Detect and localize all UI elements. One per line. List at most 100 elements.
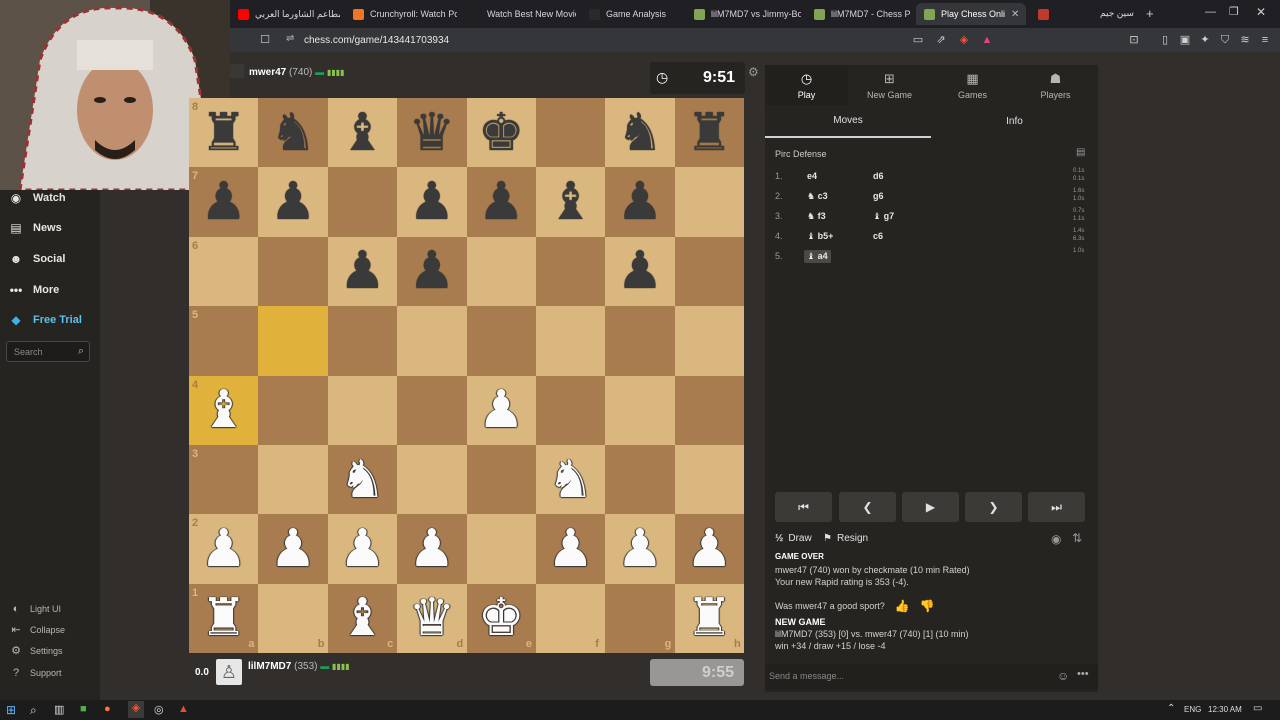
square-a5[interactable] xyxy=(189,306,259,376)
square-e6[interactable] xyxy=(466,236,536,307)
bookmark-icon[interactable]: ☐ xyxy=(258,33,272,47)
square-f6[interactable] xyxy=(535,236,606,307)
share-icon[interactable]: ⇗ xyxy=(934,33,948,47)
square-h5[interactable] xyxy=(674,306,745,376)
white-pawn-piece[interactable]: ♟ xyxy=(467,376,536,445)
sidebar-item-watch[interactable]: ◉ Watch xyxy=(8,191,66,205)
black-bishop-piece[interactable]: ♝ xyxy=(536,167,605,236)
black-queen-piece[interactable]: ♛ xyxy=(397,98,466,167)
brave-shield-icon[interactable]: ◈ xyxy=(957,33,971,47)
black-rook-piece[interactable]: ♜ xyxy=(675,98,744,167)
sidebar-footer-support[interactable]: ? Support xyxy=(10,667,62,679)
archive-icon[interactable]: ▤ xyxy=(1076,147,1085,158)
chat-input[interactable]: Send a message... xyxy=(769,671,1049,681)
browser-tab[interactable]: Play Chess Onli ✕ xyxy=(916,3,1026,25)
white-pawn-piece[interactable]: ♟ xyxy=(397,514,466,583)
square-c5[interactable] xyxy=(327,306,398,376)
bottom-player-name[interactable]: lilM7MD7 (353) ▬ ▮▮▮▮ xyxy=(248,661,350,672)
white-knight-piece[interactable]: ♞ xyxy=(536,445,605,514)
black-move[interactable]: d6 xyxy=(873,171,884,181)
sidebar-item-news[interactable]: ▤ News xyxy=(8,221,61,235)
emoji-icon[interactable]: ☺ xyxy=(1057,669,1069,683)
play-moves-button[interactable]: ▶ xyxy=(902,492,959,522)
sidebar-toggle-icon[interactable]: ▯ xyxy=(1158,33,1172,47)
black-move[interactable]: c6 xyxy=(873,231,883,241)
square-b6[interactable] xyxy=(258,236,328,307)
square-h4[interactable] xyxy=(674,375,745,445)
opening-name[interactable]: Pirc Defense xyxy=(775,149,827,159)
square-c7[interactable] xyxy=(327,167,398,237)
square-b4[interactable] xyxy=(258,375,328,445)
chat-more-icon[interactable]: ••• xyxy=(1077,668,1089,680)
square-c4[interactable] xyxy=(327,375,398,445)
square-b5[interactable] xyxy=(258,306,328,376)
white-pawn-piece[interactable]: ♟ xyxy=(675,514,744,583)
black-knight-piece[interactable]: ♞ xyxy=(258,98,327,167)
browser-tab[interactable]: Crunchyroll: Watch Po xyxy=(345,3,457,25)
browser-tab[interactable]: مطاعم الشاورما العربي xyxy=(230,3,340,25)
square-d3[interactable] xyxy=(397,444,467,515)
sidebar-footer-settings[interactable]: ⚙ Settings xyxy=(10,645,62,657)
top-player-avatar[interactable] xyxy=(230,64,244,78)
white-pawn-piece[interactable]: ♟ xyxy=(258,514,327,583)
resign-button[interactable]: ⚑ Resign xyxy=(823,533,868,544)
share-game-icon[interactable]: ◉ xyxy=(1051,532,1061,546)
panel-tab-new-game[interactable]: ⊞ New Game xyxy=(848,65,931,105)
white-pawn-piece[interactable]: ♟ xyxy=(536,514,605,583)
notification-icon[interactable]: ▭ xyxy=(1253,703,1262,714)
square-b3[interactable] xyxy=(258,444,328,515)
panel-tab-play[interactable]: ◷ Play xyxy=(765,65,848,105)
white-move[interactable]: ♝ a4 xyxy=(804,250,831,263)
window-minimize-icon[interactable]: — xyxy=(1205,6,1216,18)
black-pawn-piece[interactable]: ♟ xyxy=(189,167,258,236)
black-pawn-piece[interactable]: ♟ xyxy=(467,167,536,236)
square-e2[interactable] xyxy=(466,514,536,584)
chess-board[interactable]: ♜ ♞ ♝ ♛ ♚ ♞ ♜ ♟ ♟ ♟ ♟ ♝ ♟ ♟ ♟ ♟ ♝ ♟ ♞ ♞ ♟ ♟ ♟ ♟ ♟ ♟ ♟ ♜ ♝ ♛ ♚ ♜ 8 7 6 5 4 3 2 1… xyxy=(189,98,745,654)
firefox-icon[interactable]: ● xyxy=(104,703,111,715)
flip-board-icon[interactable]: ⇅ xyxy=(1072,531,1082,545)
top-player-name[interactable]: mwer47 (740) ▬ ▮▮▮▮ xyxy=(249,67,345,78)
black-rook-piece[interactable]: ♜ xyxy=(189,98,258,167)
white-bishop-piece[interactable]: ♝ xyxy=(189,376,258,445)
white-move[interactable]: e4 xyxy=(807,171,817,181)
square-h6[interactable] xyxy=(674,236,745,307)
square-d4[interactable] xyxy=(397,375,467,445)
windows-start-icon[interactable]: ⊞ xyxy=(6,703,16,717)
square-f8[interactable] xyxy=(535,98,606,168)
square-a6[interactable] xyxy=(189,236,259,307)
url-field[interactable]: ⇌ chess.com/game/143441703934 xyxy=(280,31,1000,49)
sidebar-item-more[interactable]: ••• More xyxy=(8,283,60,297)
obs-icon[interactable]: ◎ xyxy=(154,703,164,716)
taskbar-clock[interactable]: 12:30 AM xyxy=(1208,705,1242,714)
taskbar-game-icon[interactable]: ▲ xyxy=(178,703,189,715)
square-a3[interactable] xyxy=(189,444,259,515)
task-view-icon[interactable]: ▥ xyxy=(54,703,64,716)
browser-tab[interactable]: lilM7MD7 vs Jimmy-Bo xyxy=(686,3,801,25)
black-pawn-piece[interactable]: ♟ xyxy=(397,237,466,306)
panel-tab-players[interactable]: ☗ Players xyxy=(1014,65,1097,105)
cast-icon[interactable]: ▭ xyxy=(911,33,925,47)
last-move-button[interactable]: ⏭ xyxy=(1028,492,1085,522)
screenshot-icon[interactable]: ⊡ xyxy=(1127,33,1141,47)
thumbs-up-icon[interactable]: 👍 xyxy=(895,599,910,613)
browser-tab[interactable]: lilM7MD7 - Chess Prof xyxy=(806,3,911,25)
sidebar-search-input[interactable]: Search ⌕ xyxy=(6,341,90,362)
white-pawn-piece[interactable]: ♟ xyxy=(189,514,258,583)
square-e3[interactable] xyxy=(466,444,536,515)
taskbar-language[interactable]: ENG xyxy=(1184,705,1201,714)
tab-moves[interactable]: Moves xyxy=(765,105,931,138)
vpn-icon[interactable]: ⛉ xyxy=(1218,33,1232,47)
draw-button[interactable]: ½ Draw xyxy=(775,533,812,544)
black-bishop-piece[interactable]: ♝ xyxy=(328,98,397,167)
thumbs-down-icon[interactable]: 👎 xyxy=(920,599,935,613)
square-d5[interactable] xyxy=(397,306,467,376)
white-pawn-piece[interactable]: ♟ xyxy=(605,514,674,583)
square-g4[interactable] xyxy=(605,375,675,445)
rewards-icon[interactable]: ▲ xyxy=(980,33,994,47)
white-pawn-piece[interactable]: ♟ xyxy=(328,514,397,583)
first-move-button[interactable]: ⏮ xyxy=(775,492,832,522)
board-settings-icon[interactable]: ⚙ xyxy=(748,65,759,79)
black-pawn-piece[interactable]: ♟ xyxy=(328,237,397,306)
new-tab-button[interactable]: + xyxy=(1146,6,1154,21)
taskbar-app-icon[interactable]: ■ xyxy=(80,703,87,715)
